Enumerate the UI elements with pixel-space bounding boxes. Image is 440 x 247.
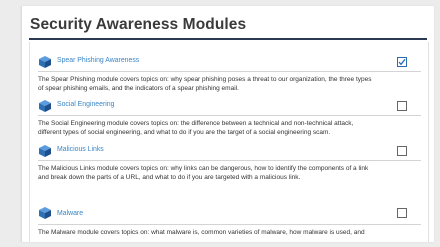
page-title: Security Awareness Modules	[30, 16, 247, 33]
modules-panel: Security Awareness Modules Spear Phishin…	[21, 6, 434, 242]
module-link-malware[interactable]: Malware	[57, 210, 83, 217]
description-line: The Malicious Links module covers topics…	[38, 165, 369, 172]
module-checkbox-social-engineering[interactable]	[397, 101, 407, 111]
module-link-social-engineering[interactable]: Social Engineering	[57, 101, 114, 108]
checkmark-icon	[398, 58, 406, 66]
cube-icon	[38, 206, 52, 220]
cube-icon	[38, 99, 52, 113]
module-checkbox-malicious-links[interactable]	[397, 146, 407, 156]
description-line: The Social Engineering module covers top…	[38, 120, 354, 127]
description-line: The Malware module covers topics on: wha…	[38, 229, 365, 236]
description-line: and break down the parts of a URL, and w…	[38, 174, 301, 182]
module-description: The Spear Phishing module covers topics …	[38, 75, 422, 94]
module-link-malicious-links[interactable]: Malicious Links	[57, 146, 104, 153]
module-description: The Malicious Links module covers topics…	[38, 164, 422, 183]
module-description: The Malware module covers topics on: wha…	[38, 228, 422, 237]
description-line: of spear phishing emails, and the indica…	[38, 85, 239, 93]
module-checkbox-spear-phishing[interactable]	[397, 57, 407, 67]
description-line: The Spear Phishing module covers topics …	[38, 76, 372, 83]
module-divider	[38, 115, 421, 116]
module-description: The Social Engineering module covers top…	[38, 119, 422, 138]
module-list: Spear Phishing Awareness The Spear Phish…	[29, 42, 429, 242]
title-divider	[29, 38, 427, 40]
module-link-spear-phishing[interactable]: Spear Phishing Awareness	[57, 57, 139, 64]
module-checkbox-malware[interactable]	[397, 208, 407, 218]
cube-icon	[38, 144, 52, 158]
module-divider	[38, 160, 421, 161]
description-line: different types of social engineering, a…	[38, 129, 331, 137]
module-divider	[38, 224, 421, 225]
module-divider	[38, 71, 421, 72]
cube-icon	[38, 55, 52, 69]
